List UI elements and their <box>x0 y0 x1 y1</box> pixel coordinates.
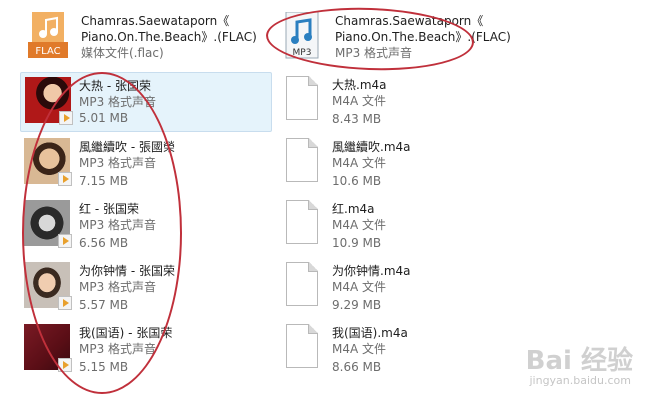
file-type: 媒体文件(.flac) <box>81 46 164 60</box>
watermark-logo: Bai 经验 <box>525 346 633 376</box>
file-type: M4A 文件 <box>332 156 387 170</box>
blank-file-icon <box>280 138 328 186</box>
file-size: 8.66 MB <box>332 360 382 374</box>
file-item[interactable]: 風繼續吹.m4a M4A 文件 10.6 MB <box>280 138 500 198</box>
file-size: 10.6 MB <box>332 174 382 188</box>
file-size: 8.43 MB <box>332 112 382 126</box>
blank-file-icon <box>280 200 328 248</box>
watermark-url: jingyan.baidu.com <box>529 374 631 387</box>
blank-file-icon <box>280 76 328 124</box>
file-name: 我(国语).m4a <box>332 326 408 340</box>
file-name: 为你钟情.m4a <box>332 264 411 278</box>
blank-file-icon <box>280 262 328 310</box>
file-size: 9.29 MB <box>332 298 382 312</box>
file-name: 红.m4a <box>332 202 375 216</box>
file-item[interactable]: 大热.m4a M4A 文件 8.43 MB <box>280 76 500 136</box>
file-name: Chamras.Saewataporn《 <box>81 14 230 28</box>
blank-file-icon <box>280 324 328 372</box>
file-type: M4A 文件 <box>332 342 387 356</box>
file-size: 10.9 MB <box>332 236 382 250</box>
file-name: 大热.m4a <box>332 78 387 92</box>
file-item[interactable]: 我(国语).m4a M4A 文件 8.66 MB <box>280 324 500 384</box>
file-item[interactable]: FLAC Chamras.Saewataporn《 Piano.On.The.B… <box>26 12 257 72</box>
file-type: M4A 文件 <box>332 280 387 294</box>
svg-text:FLAC: FLAC <box>35 46 60 57</box>
file-item[interactable]: 为你钟情.m4a M4A 文件 9.29 MB <box>280 262 500 322</box>
flac-file-icon: FLAC <box>26 12 74 60</box>
file-item[interactable]: 红.m4a M4A 文件 10.9 MB <box>280 200 500 260</box>
annotation-oval <box>22 72 182 394</box>
file-name: Piano.On.The.Beach》.(FLAC) <box>81 30 257 44</box>
file-type: M4A 文件 <box>332 94 387 108</box>
file-name: 風繼續吹.m4a <box>332 140 411 154</box>
file-type: M4A 文件 <box>332 218 387 232</box>
